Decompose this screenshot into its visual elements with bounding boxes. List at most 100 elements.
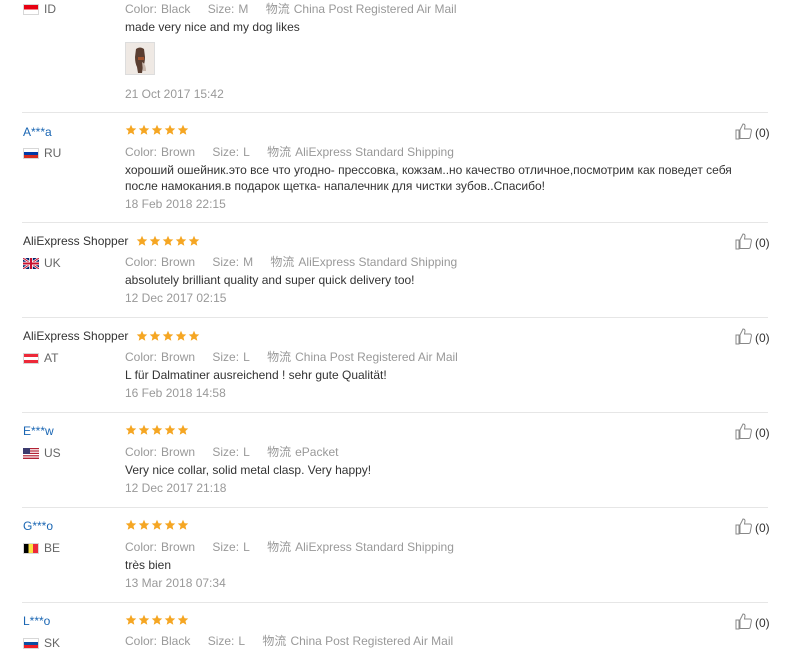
reviewer-country: ID	[23, 2, 56, 16]
review-divider	[22, 602, 768, 603]
star-icon	[136, 235, 147, 246]
attr-size: L	[243, 445, 250, 459]
dog-photo-icon	[126, 43, 154, 74]
star-icon	[188, 330, 199, 341]
flag-uk-icon	[22, 256, 40, 270]
star-icon	[175, 330, 186, 341]
review-divider	[22, 222, 768, 223]
attr-shipping: ePacket	[295, 445, 339, 459]
review-date: 16 Feb 2018 14:58	[125, 386, 226, 400]
star-icon	[138, 124, 150, 135]
flag-us-icon	[23, 447, 39, 459]
star-icon	[164, 424, 176, 435]
review-attributes: Color: Brown Size: L 物流 China Post Register…	[125, 350, 458, 364]
attr-size: M	[238, 2, 249, 16]
rating-stars	[125, 519, 189, 533]
attr-color: Brown	[161, 255, 196, 269]
star-icon	[151, 424, 163, 435]
review-text: хороший ошейник.это все что угодно- прес…	[125, 163, 732, 193]
attr-color: Brown	[161, 145, 196, 159]
star-icon	[162, 235, 173, 246]
review-text: très bien	[125, 558, 172, 572]
star-icon	[164, 519, 176, 530]
attr-color: Brown	[161, 445, 196, 459]
star-icon	[177, 424, 189, 435]
star-icon	[164, 614, 176, 625]
review-text: absolutely brilliant quality and super q…	[125, 273, 415, 287]
attr-size: L	[243, 145, 250, 159]
review-divider	[22, 317, 768, 318]
helpful-count: (0)	[755, 521, 770, 535]
flag-ru-icon	[23, 147, 39, 159]
helpful-button[interactable]: (0)	[735, 518, 770, 535]
review-date: 18 Feb 2018 22:15	[125, 197, 226, 211]
country-code: US	[44, 446, 61, 460]
helpful-button[interactable]: (0)	[735, 233, 770, 250]
reviewer-name[interactable]: E***w	[23, 424, 54, 438]
star-icon	[175, 235, 186, 246]
attr-shipping: China Post Registered Air Mail	[293, 2, 457, 16]
reviewer-country: SK	[23, 636, 60, 650]
review-attributes: Color: Brown Size: L 物流 AliExpress Standard…	[125, 540, 454, 554]
star-icon	[162, 330, 173, 341]
country-code: UK	[44, 256, 61, 270]
review-photo-thumbnail[interactable]	[125, 42, 155, 75]
attr-color: Black	[161, 634, 191, 648]
review-divider	[22, 412, 768, 413]
helpful-count: (0)	[755, 236, 770, 250]
attr-shipping: AliExpress Standard Shipping	[295, 145, 454, 159]
helpful-button[interactable]: (0)	[735, 123, 770, 140]
thumbs-up-icon	[735, 423, 752, 440]
thumbs-up-icon	[735, 613, 752, 630]
star-icon	[188, 235, 199, 246]
reviewer-country: AT	[23, 351, 58, 365]
helpful-count: (0)	[755, 126, 770, 140]
star-icon	[177, 124, 189, 135]
star-icon	[164, 124, 176, 135]
review-divider	[22, 112, 768, 113]
attr-color: Brown	[161, 350, 196, 364]
review-date: 12 Dec 2017 21:18	[125, 481, 227, 495]
star-icon	[151, 519, 163, 530]
country-code: RU	[44, 146, 62, 160]
reviewer-country: UK	[22, 256, 61, 270]
flag-at-icon	[23, 352, 39, 364]
star-icon	[177, 614, 189, 625]
attr-size: L	[243, 540, 250, 554]
country-code: SK	[44, 636, 61, 650]
star-icon	[149, 330, 160, 341]
flag-be-icon	[23, 542, 39, 554]
thumbs-up-icon	[735, 518, 752, 535]
rating-stars	[136, 235, 200, 249]
review-attributes: Color: Brown Size: M 物流 AliExpress Standard…	[125, 255, 458, 269]
star-icon	[125, 424, 137, 435]
reviewer-name: AliExpress Shopper	[23, 329, 200, 344]
attr-color: Black	[161, 2, 191, 16]
reviewer-country: RU	[23, 146, 61, 160]
attr-size: M	[243, 255, 254, 269]
country-code: BE	[44, 541, 61, 555]
thumbs-up-icon	[735, 328, 752, 345]
helpful-button[interactable]: (0)	[735, 423, 770, 440]
thumbs-up-icon	[735, 233, 752, 250]
helpful-button[interactable]: (0)	[735, 613, 770, 630]
review-divider	[22, 507, 768, 508]
star-icon	[149, 235, 160, 246]
star-icon	[136, 330, 147, 341]
reviewer-name[interactable]: L***o	[23, 614, 50, 628]
review-date: 12 Dec 2017 02:15	[125, 291, 227, 305]
star-icon	[138, 519, 150, 530]
review-attributes: Color: Black Size: L 物流 China Post Register…	[125, 634, 454, 648]
rating-stars	[125, 614, 189, 628]
reviewer-country: BE	[23, 541, 60, 555]
reviewer-name[interactable]: A***a	[23, 125, 52, 139]
helpful-button[interactable]: (0)	[735, 328, 770, 345]
review-attributes: Color: Brown Size: L 物流 AliExpress Standard…	[125, 145, 454, 159]
reviewer-name[interactable]: G***o	[23, 519, 53, 533]
country-code: ID	[44, 2, 56, 16]
review-text: L für Dalmatiner ausreichend ! sehr gute…	[125, 368, 387, 382]
attr-shipping: China Post Registered Air Mail	[295, 350, 458, 364]
attr-shipping: China Post Registered Air Mail	[290, 634, 454, 648]
star-icon	[125, 614, 137, 625]
review-date: 13 Mar 2018 07:34	[125, 576, 226, 590]
